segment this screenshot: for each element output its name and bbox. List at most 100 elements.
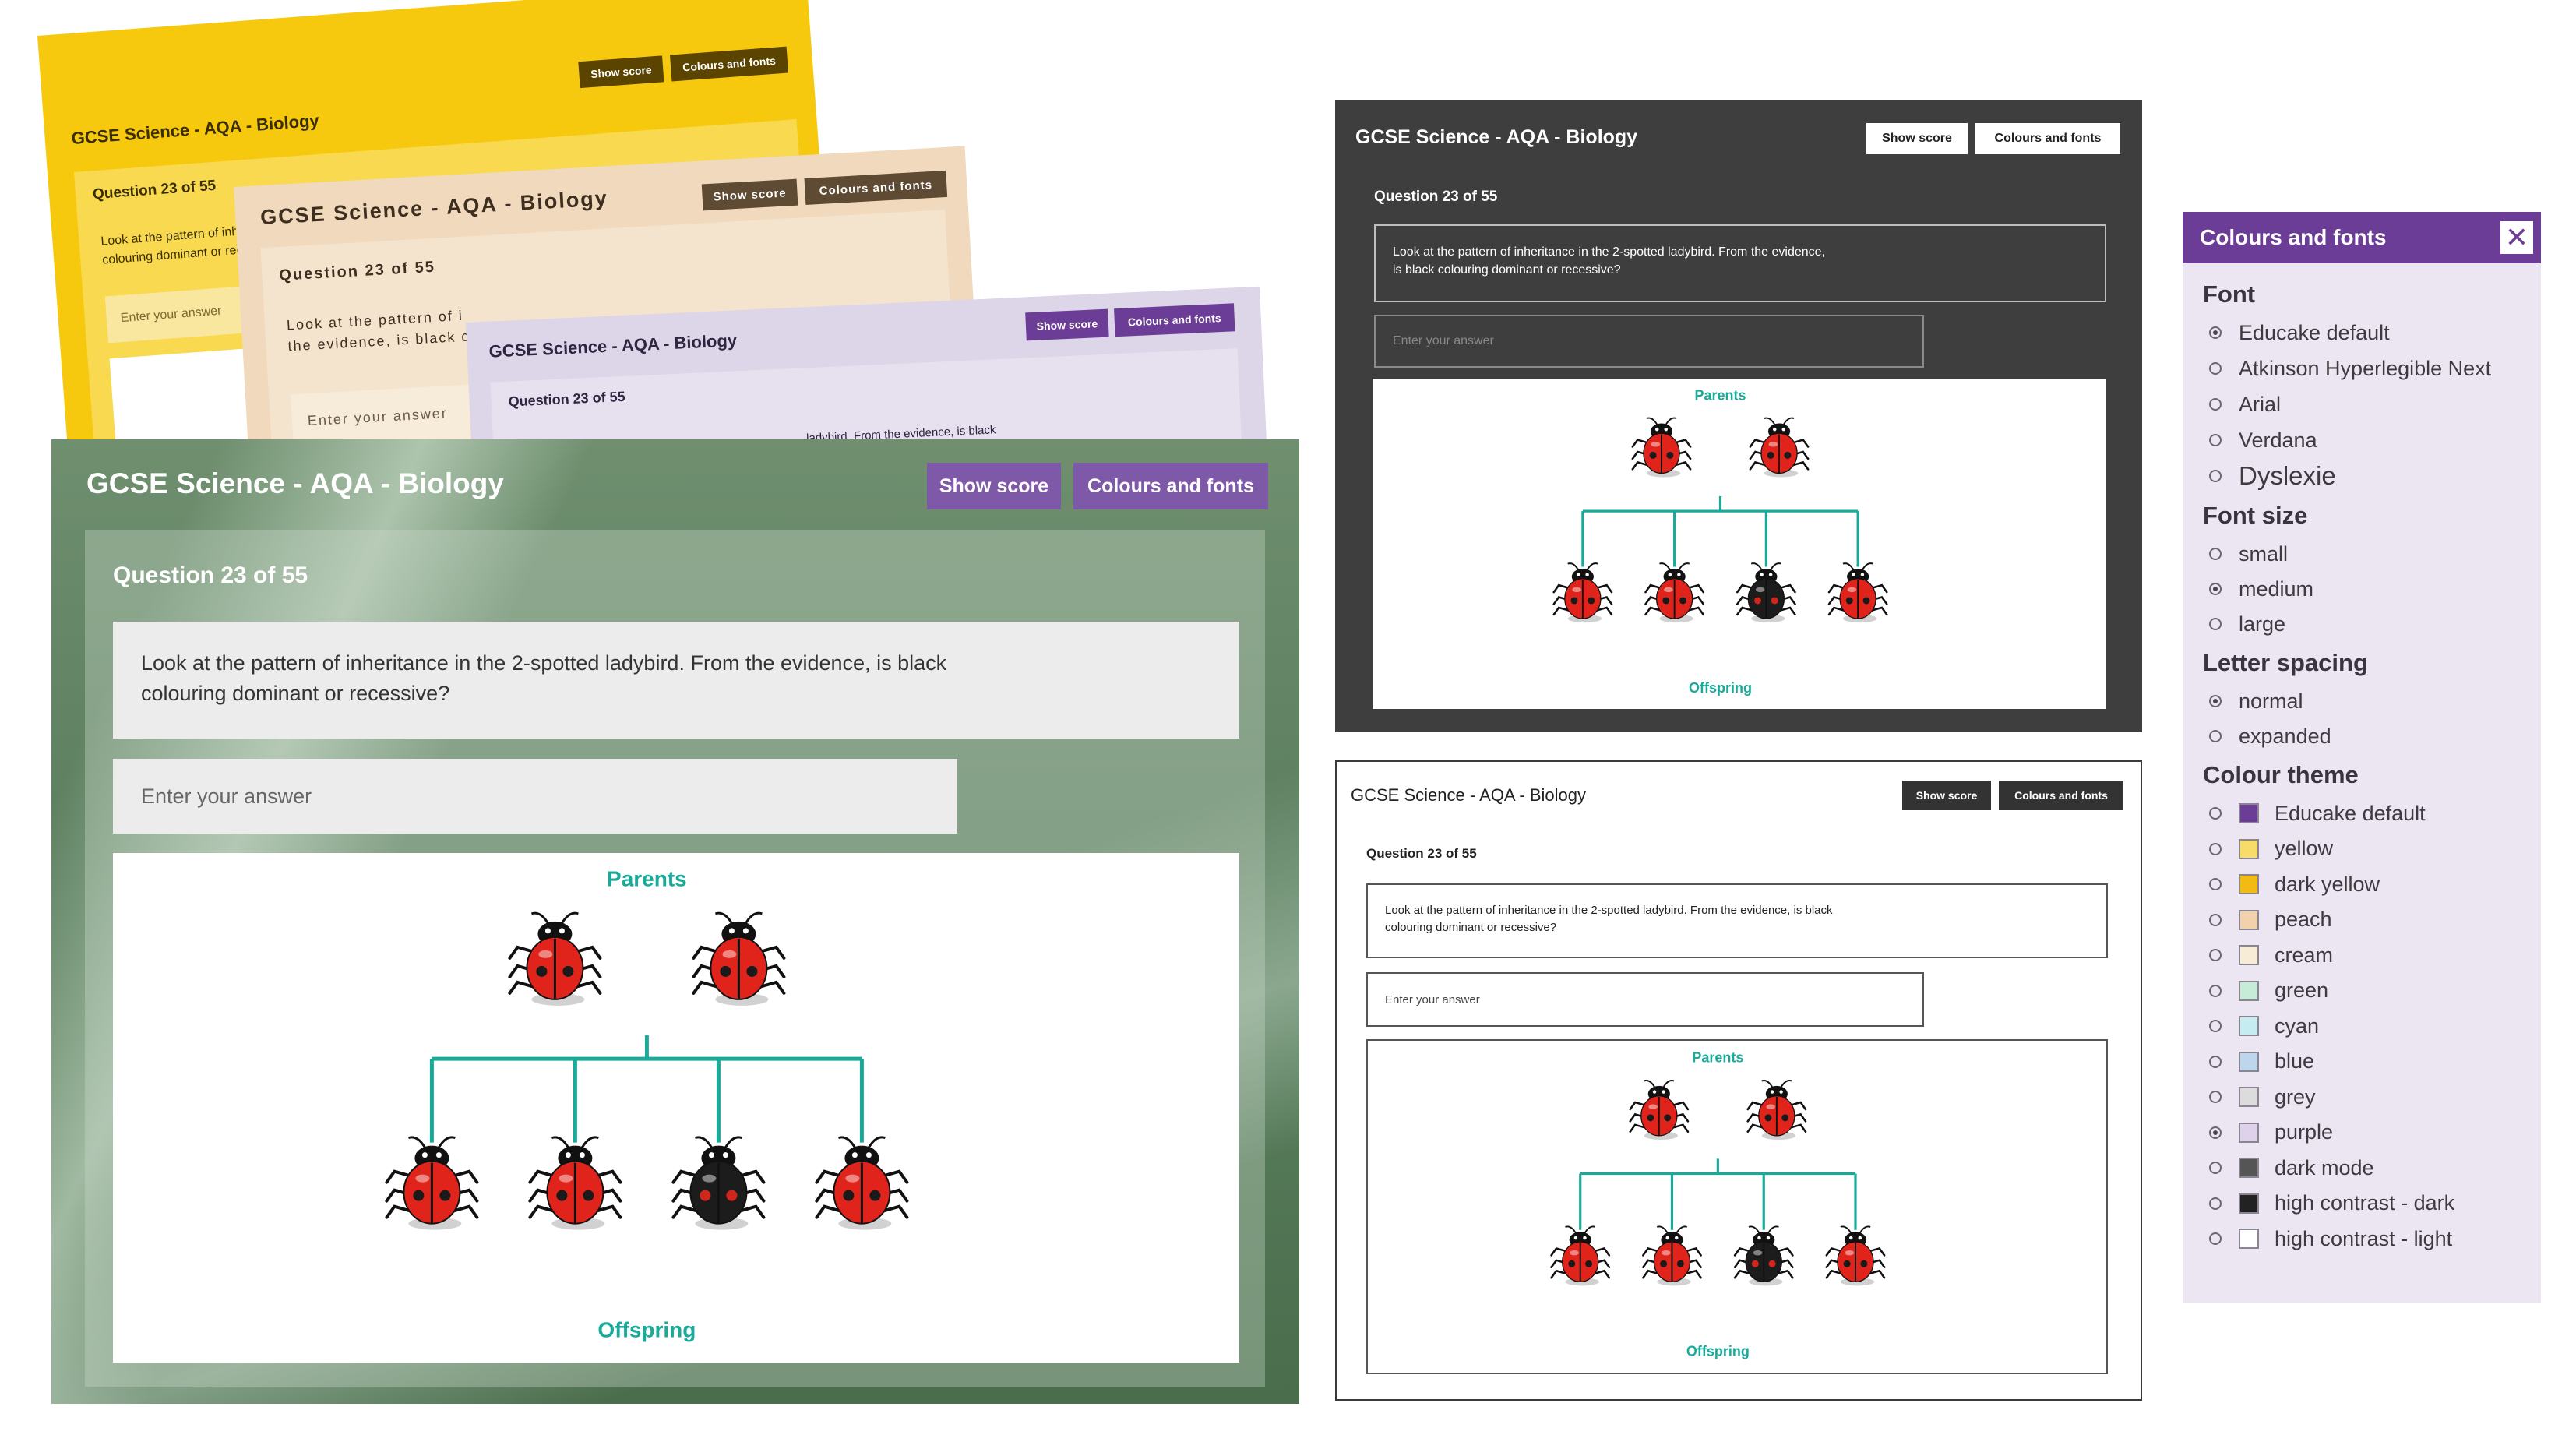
font-size-option[interactable]: large (2209, 609, 2285, 639)
radio-button[interactable] (2209, 434, 2222, 446)
section-heading: Colour theme (2203, 761, 2359, 788)
letter-spacing-option[interactable]: expanded (2209, 721, 2331, 751)
radio-button[interactable] (2209, 1162, 2222, 1174)
font-option[interactable]: Atkinson Hyperlegible Next (2209, 354, 2491, 383)
black-ladybird-icon (671, 1136, 766, 1230)
colour-swatch (2239, 1016, 2259, 1036)
font-size-option-label: large (2239, 612, 2286, 636)
radio-button[interactable] (2209, 1126, 2222, 1139)
radio-button[interactable] (2209, 1232, 2222, 1245)
colour-theme-option-label: cyan (2275, 1014, 2320, 1038)
colours-fonts-button[interactable]: Colours and fonts (804, 170, 948, 206)
show-score-button[interactable]: Show score (927, 463, 1061, 509)
radio-button[interactable] (2209, 807, 2222, 820)
question-label: Question 23 of 55 (1366, 846, 1477, 861)
red-ladybird-icon (1642, 1225, 1702, 1286)
radio-button[interactable] (2209, 1020, 2222, 1032)
colours-fonts-button[interactable]: Colours and fonts (1999, 781, 2123, 810)
radio-button[interactable] (2209, 1055, 2222, 1068)
inheritance-svg: Parents Offspring (1552, 388, 1888, 696)
letter-spacing-option-label: normal (2239, 689, 2303, 713)
radio-button[interactable] (2209, 949, 2222, 961)
font-size-option[interactable]: medium (2209, 574, 2313, 604)
radio-button[interactable] (2209, 842, 2222, 855)
colour-theme-option[interactable]: grey (2209, 1082, 2316, 1112)
panel-title: Colours and fonts (2200, 225, 2387, 249)
colour-theme-option[interactable]: Educake default (2209, 799, 2426, 828)
answer-input[interactable]: Enter your answer (1366, 972, 1924, 1027)
radio-button[interactable] (2209, 695, 2222, 707)
letter-spacing-option[interactable]: normal (2209, 686, 2303, 716)
font-size-option[interactable]: small (2209, 539, 2288, 569)
colour-theme-option[interactable]: yellow (2209, 834, 2333, 864)
colour-theme-option[interactable]: dark yellow (2209, 869, 2380, 899)
answer-input[interactable]: Enter your answer (113, 759, 957, 834)
font-option-label: Dyslexie (2239, 461, 2336, 490)
red-ladybird-icon (385, 1136, 479, 1230)
show-score-button[interactable]: Show score (701, 178, 798, 211)
question-line: colouring dominant or recessive? (1385, 920, 1557, 934)
colour-theme-option-label: blue (2275, 1049, 2315, 1073)
colour-theme-option[interactable]: high contrast - dark (2209, 1189, 2454, 1218)
show-score-button[interactable]: Show score (1025, 308, 1109, 341)
page-title: GCSE Science - AQA - Biology (488, 330, 738, 361)
parents-label: Parents (607, 867, 687, 891)
black-ladybird-icon (1736, 562, 1796, 623)
colour-theme-option[interactable]: green (2209, 976, 2328, 1006)
colours-fonts-panel: Colours and fonts ✕ Font Educake default A… (2183, 212, 2541, 1303)
radio-button[interactable] (2209, 470, 2222, 482)
red-ladybird-icon (1746, 1080, 1807, 1140)
colours-fonts-button[interactable]: Colours and fonts (1114, 303, 1235, 337)
colour-theme-option-label: green (2275, 978, 2329, 1002)
colours-fonts-button[interactable]: Colours and fonts (669, 46, 789, 82)
colour-theme-option[interactable]: high contrast - light (2209, 1224, 2452, 1253)
radio-button[interactable] (2209, 984, 2222, 997)
radio-button[interactable] (2209, 326, 2222, 339)
radio-button[interactable] (2209, 618, 2222, 630)
question-line: Look at the pattern of inheritance in th… (1393, 245, 1825, 259)
colour-swatch (2239, 980, 2259, 1001)
question-text: Look at the pattern of inheritance in th… (113, 622, 1239, 739)
show-score-button[interactable]: Show score (1902, 781, 1991, 810)
radio-button[interactable] (2209, 548, 2222, 560)
answer-placeholder: Enter your answer (141, 784, 312, 808)
answer-input[interactable]: Enter your answer (1374, 315, 1924, 368)
radio-button[interactable] (2209, 730, 2222, 742)
offspring-label: Offspring (1689, 680, 1752, 696)
radio-button[interactable] (2209, 362, 2222, 375)
question-text: Look at the pattern of inheritance in th… (1374, 224, 2106, 302)
close-icon[interactable]: ✕ (2500, 221, 2533, 254)
show-score-button[interactable]: Show score (1866, 123, 1968, 154)
colour-swatch (2239, 1051, 2259, 1072)
colour-theme-option[interactable]: cyan (2209, 1011, 2319, 1041)
radio-button[interactable] (2209, 1197, 2222, 1210)
radio-button[interactable] (2209, 583, 2222, 595)
offspring-label: Offspring (597, 1317, 696, 1341)
colour-theme-option[interactable]: peach (2209, 905, 2332, 935)
red-ladybird-icon (508, 911, 602, 1006)
colour-theme-option[interactable]: cream (2209, 940, 2333, 970)
colour-swatch (2239, 1158, 2259, 1178)
letter-spacing-option-label: expanded (2239, 724, 2331, 748)
font-option[interactable]: Educake default (2209, 318, 2390, 347)
font-option[interactable]: Dyslexie (2209, 461, 2336, 491)
radio-button[interactable] (2209, 913, 2222, 926)
colour-theme-option-label: grey (2275, 1084, 2316, 1109)
colours-fonts-button[interactable]: Colours and fonts (1975, 123, 2120, 154)
offspring-label: Offspring (1686, 1344, 1750, 1359)
radio-button[interactable] (2209, 878, 2222, 890)
colour-swatch (2239, 1229, 2259, 1249)
colour-theme-option[interactable]: purple (2209, 1118, 2333, 1148)
show-score-button[interactable]: Show score (578, 55, 664, 89)
font-option-label: Arial (2239, 392, 2282, 416)
radio-button[interactable] (2209, 1091, 2222, 1103)
red-ladybird-icon (528, 1136, 622, 1230)
font-option[interactable]: Arial (2209, 390, 2281, 419)
question-line: Look at the pattern of inheritance in th… (141, 651, 947, 675)
colour-theme-option[interactable]: dark mode (2209, 1153, 2374, 1183)
font-option[interactable]: Verdana (2209, 425, 2317, 455)
colours-fonts-button[interactable]: Colours and fonts (1073, 463, 1268, 509)
radio-button[interactable] (2209, 398, 2222, 411)
colour-theme-option[interactable]: blue (2209, 1047, 2314, 1077)
section-heading: Font size (2203, 502, 2308, 529)
